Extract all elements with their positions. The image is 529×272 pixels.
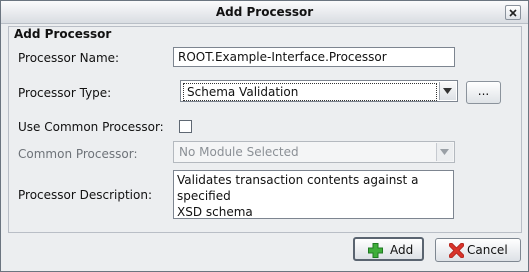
browse-button[interactable]: ... [466, 81, 501, 104]
processor-description-textarea[interactable]: Validates transaction contents against a… [173, 170, 454, 219]
processor-description-label: Processor Description: [18, 188, 152, 202]
title-bar[interactable]: Add Processor [1, 1, 528, 24]
chevron-down-icon [443, 88, 452, 94]
use-common-processor-label: Use Common Processor: [18, 120, 164, 134]
plus-icon [368, 243, 383, 258]
use-common-processor-checkbox[interactable] [179, 120, 192, 133]
processor-name-input[interactable]: ROOT.Example-Interface.Processor [173, 47, 455, 67]
close-icon [509, 9, 517, 17]
chevron-down-icon [440, 149, 449, 155]
common-processor-value: No Module Selected [179, 145, 299, 159]
add-button[interactable]: Add [353, 237, 424, 261]
processor-type-select[interactable]: Schema Validation [180, 80, 458, 102]
processor-type-dropdown-button[interactable] [439, 82, 456, 100]
x-icon [449, 243, 464, 258]
cancel-button-label: Cancel [467, 243, 508, 257]
common-processor-dropdown-button[interactable] [436, 143, 453, 161]
add-button-label: Add [390, 243, 414, 257]
cancel-button[interactable]: Cancel [435, 238, 521, 262]
window-title: Add Processor [215, 5, 314, 19]
processor-type-label: Processor Type: [18, 86, 112, 100]
close-button[interactable] [505, 5, 521, 20]
group-title: Add Processor [14, 27, 112, 41]
common-processor-select[interactable]: No Module Selected [173, 141, 455, 163]
processor-type-value: Schema Validation [183, 83, 437, 101]
processor-name-label: Processor Name: [18, 51, 120, 65]
add-processor-dialog: Add Processor Add Processor Processor Na… [0, 0, 529, 272]
common-processor-label: Common Processor: [18, 147, 138, 161]
